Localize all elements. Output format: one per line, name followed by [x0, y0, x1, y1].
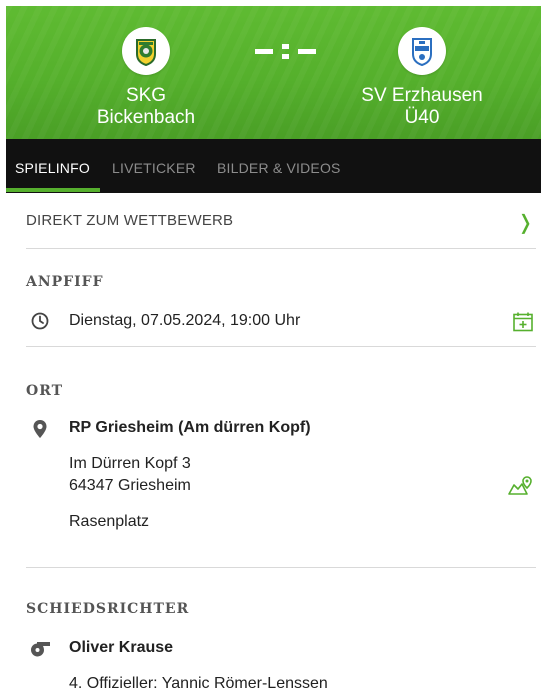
- venue-city: 64347 Griesheim: [69, 477, 191, 494]
- clock-icon: [31, 312, 49, 335]
- tab-bar: SPIELINFO LIVETICKER BILDER & VIDEOS: [6, 139, 541, 193]
- whistle-icon: [29, 639, 51, 662]
- map-icon[interactable]: [508, 474, 534, 501]
- away-team-name-line1: SV Erzhausen: [361, 85, 483, 106]
- away-crest-icon: [412, 38, 432, 67]
- calendar-add-icon[interactable]: [512, 311, 534, 338]
- divider: [26, 567, 536, 568]
- away-team-name-line2: Ü40: [404, 107, 440, 128]
- tab-bilder-videos[interactable]: BILDER & VIDEOS: [217, 160, 341, 176]
- venue-name: RP Griesheim (Am dürren Kopf): [69, 419, 311, 436]
- venue-surface: Rasenplatz: [69, 513, 150, 530]
- home-team-name-line1: SKG: [125, 85, 167, 106]
- chevron-right-icon: ❭: [517, 212, 534, 234]
- competition-link[interactable]: DIREKT ZUM WETTBEWERB ❭: [26, 212, 540, 236]
- location-pin-icon: [32, 419, 48, 444]
- tab-spielinfo[interactable]: SPIELINFO: [15, 160, 90, 176]
- tab-liveticker[interactable]: LIVETICKER: [112, 160, 196, 176]
- away-team[interactable]: SV Erzhausen Ü40: [322, 6, 522, 129]
- match-header: SKG Bickenbach SV Erzhausen Ü40: [6, 6, 541, 139]
- referee-name: Oliver Krause: [69, 639, 174, 656]
- home-team-name-line2: Bickenbach: [96, 107, 196, 128]
- competition-link-label: DIREKT ZUM WETTBEWERB: [26, 212, 234, 229]
- away-team-crest: [398, 27, 446, 75]
- score-placeholder: [251, 41, 321, 61]
- divider: [26, 248, 536, 249]
- kickoff-datetime: Dienstag, 07.05.2024, 19:00 Uhr: [69, 312, 301, 329]
- active-tab-indicator: [6, 188, 100, 192]
- venue-street: Im Dürren Kopf 3: [69, 455, 191, 472]
- home-team-crest: [122, 27, 170, 75]
- kickoff-section-title: ANPFIFF: [26, 274, 104, 290]
- home-crest-icon: [136, 39, 156, 67]
- fourth-official: 4. Offizieller: Yannic Römer-Lenssen: [69, 675, 328, 692]
- referee-section-title: SCHIEDSRICHTER: [26, 601, 190, 617]
- venue-section-title: ORT: [26, 383, 64, 399]
- divider: [26, 346, 536, 347]
- home-team[interactable]: SKG Bickenbach: [46, 6, 246, 129]
